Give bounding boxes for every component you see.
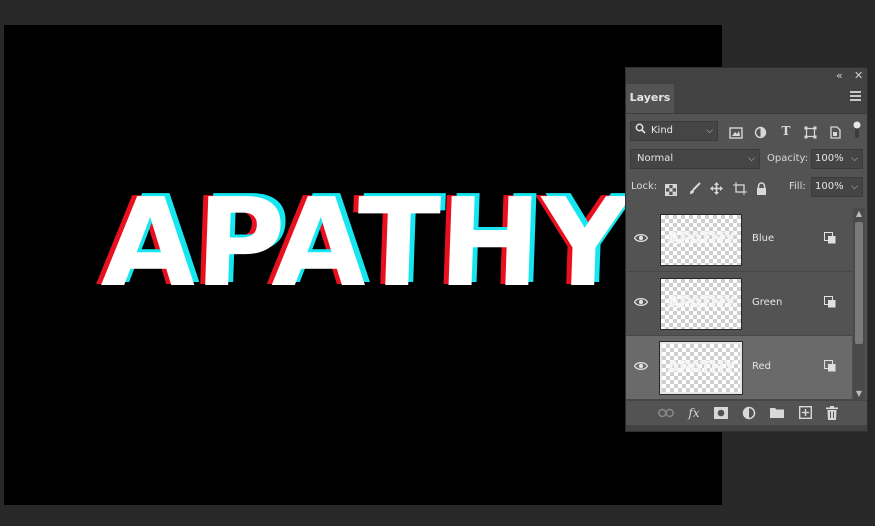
fx-icon[interactable]: fx xyxy=(685,404,703,422)
layer-row-red[interactable]: APATHY Red xyxy=(626,336,852,400)
eye-icon[interactable] xyxy=(632,230,650,248)
fill-input[interactable]: 100% ⌵ xyxy=(811,177,863,197)
opacity-label: Opacity: xyxy=(767,153,809,164)
panel-tab-bar: Layers xyxy=(626,84,867,114)
close-icon[interactable]: ✕ xyxy=(854,69,863,83)
opacity-input[interactable]: 100% ⌵ xyxy=(811,149,863,169)
document-canvas[interactable]: APATHY APATHY APATHY xyxy=(4,25,722,505)
layer-thumbnail-text: APATHY xyxy=(666,358,736,378)
lock-image-pixels-icon[interactable] xyxy=(688,180,701,199)
smart-object-badge-icon xyxy=(824,360,836,372)
filter-kind-select[interactable]: Kind ⌵ xyxy=(630,121,718,141)
scroll-up-icon[interactable]: ▲ xyxy=(853,208,865,220)
lock-transparent-pixels-icon[interactable] xyxy=(665,181,677,200)
layers-scrollbar[interactable]: ▲ ▼ xyxy=(853,208,865,400)
layer-thumbnail-text: APATHY xyxy=(666,293,736,313)
add-mask-icon[interactable] xyxy=(712,404,730,422)
layer-thumbnail: APATHY xyxy=(659,341,743,395)
shape-filter-icon[interactable] xyxy=(804,124,817,143)
layer-name[interactable]: Red xyxy=(752,358,771,376)
new-group-icon[interactable] xyxy=(768,404,786,422)
layer-row-blue[interactable]: APATHY Blue xyxy=(626,208,852,272)
chevron-down-icon[interactable]: ⌵ xyxy=(851,178,858,196)
blend-row: Normal ⌵ Opacity: 100% ⌵ xyxy=(626,148,867,170)
layers-panel: « ✕ Layers Kind ⌵ T Normal ⌵ Opacity: 10… xyxy=(625,67,868,432)
fill-label: Fill: xyxy=(789,181,806,192)
layer-name[interactable]: Blue xyxy=(752,230,774,248)
eye-icon[interactable] xyxy=(632,358,650,376)
canvas-artwork: APATHY APATHY APATHY xyxy=(4,169,722,314)
filter-kind-label: Kind xyxy=(651,125,674,136)
smart-object-badge-icon xyxy=(824,296,836,308)
opacity-value: 100% xyxy=(815,153,844,164)
chevron-down-icon[interactable]: ⌵ xyxy=(851,150,858,168)
tab-layers[interactable]: Layers xyxy=(626,84,674,113)
blend-mode-value: Normal xyxy=(637,153,674,164)
double-chevron-left-icon[interactable]: « xyxy=(836,69,843,83)
panel-resize-bar[interactable] xyxy=(626,425,867,431)
panel-title-bar: « ✕ xyxy=(626,68,867,84)
hamburger-menu-icon[interactable] xyxy=(850,91,861,101)
lock-label: Lock: xyxy=(631,181,658,192)
layer-thumbnail-text: APATHY xyxy=(666,229,736,249)
lock-artboard-icon[interactable] xyxy=(733,180,747,199)
magnifier-icon xyxy=(635,122,646,140)
link-layers-icon[interactable] xyxy=(657,404,675,422)
scrollbar-thumb[interactable] xyxy=(855,222,863,344)
blend-mode-select[interactable]: Normal ⌵ xyxy=(630,149,760,169)
chevron-down-icon: ⌵ xyxy=(706,126,713,136)
lock-all-icon[interactable] xyxy=(756,180,767,199)
layer-name[interactable]: Green xyxy=(752,294,782,312)
layers-panel-footer: fx xyxy=(626,400,867,425)
eye-icon[interactable] xyxy=(632,294,650,312)
layer-thumbnail: APATHY xyxy=(660,214,742,266)
lock-row: Lock: Fill: 100% ⌵ xyxy=(626,176,867,198)
new-layer-icon[interactable] xyxy=(796,404,814,422)
lock-position-icon[interactable] xyxy=(710,180,723,199)
delete-layer-icon[interactable] xyxy=(823,404,841,422)
new-adjustment-layer-icon[interactable] xyxy=(740,404,758,422)
chevron-down-icon: ⌵ xyxy=(748,154,755,164)
image-filter-icon[interactable] xyxy=(729,124,743,143)
layers-list: APATHY Blue APATHY Green APATHY Red xyxy=(626,204,867,400)
type-filter-icon[interactable]: T xyxy=(779,121,793,141)
fill-value: 100% xyxy=(815,181,844,192)
smart-object-filter-icon[interactable] xyxy=(829,124,841,143)
adjustment-filter-icon[interactable] xyxy=(754,124,767,143)
layer-row-green[interactable]: APATHY Green xyxy=(626,272,852,336)
layer-thumbnail: APATHY xyxy=(660,278,742,330)
filter-toggle-icon[interactable] xyxy=(852,120,862,144)
filter-row: Kind ⌵ T xyxy=(626,120,867,142)
smart-object-badge-icon xyxy=(824,232,836,244)
artwork-text: APATHY xyxy=(99,172,630,314)
scroll-down-icon[interactable]: ▼ xyxy=(853,388,865,400)
